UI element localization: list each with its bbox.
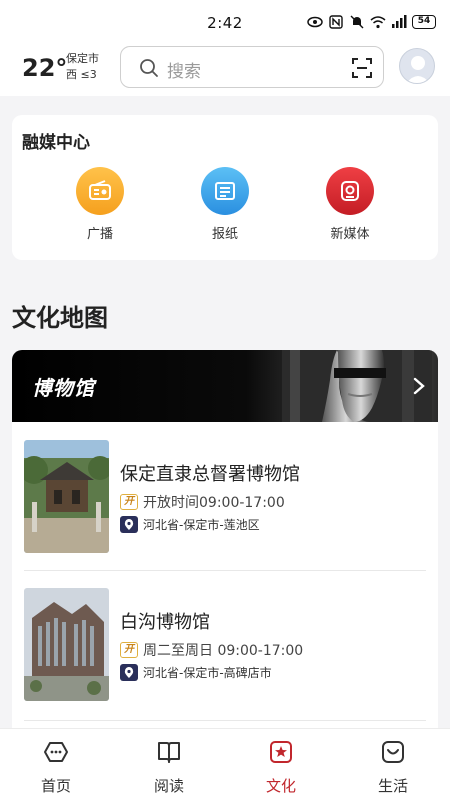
address-text: 河北省-保定市-高碑店市: [143, 666, 272, 680]
banner-title: 博物馆: [32, 376, 95, 400]
status-bar: 2:42 54: [0, 0, 450, 40]
media-center-title: 融媒中心: [22, 133, 90, 153]
address: 河北省-保定市-莲池区: [120, 516, 260, 533]
mute-icon: [349, 14, 365, 30]
nav-item-read[interactable]: 阅读: [129, 739, 209, 796]
book-icon: [158, 742, 180, 763]
bottom-nav: 首页 阅读 文化 生活: [0, 728, 450, 800]
nav-item-home[interactable]: 首页: [16, 739, 96, 796]
search-input[interactable]: 搜索: [120, 46, 384, 88]
nav-item-culture[interactable]: 文化: [241, 739, 321, 796]
location-pin-icon: [120, 664, 138, 681]
museum-thumbnail: [24, 440, 109, 553]
newspaper-icon: [201, 167, 249, 215]
museum-card: 博物馆 保定直隶总督署博物馆 开 开放时间09:00-17:00 河北省-保定市…: [12, 350, 438, 740]
nav-label: 阅读: [153, 777, 184, 795]
media-item-newspaper[interactable]: 报纸: [185, 167, 265, 242]
hours-text: 开放时间09:00-17:00: [143, 495, 285, 511]
nfc-icon: [328, 14, 344, 30]
media-item-label: 新媒体: [330, 227, 370, 242]
wind-label: 西 ≤3: [66, 68, 97, 81]
divider: [24, 570, 426, 571]
radio-icon: [76, 167, 124, 215]
scan-icon[interactable]: [351, 57, 373, 79]
battery-icon: 54: [412, 15, 436, 29]
weather-location[interactable]: 保定市 西 ≤3: [66, 51, 99, 83]
open-badge-icon: 开: [120, 642, 138, 658]
city-label: 保定市: [66, 52, 99, 65]
new-media-icon: [326, 167, 374, 215]
life-icon: [382, 741, 404, 763]
hours-text: 周二至周日 09:00-17:00: [143, 643, 304, 659]
museum-banner[interactable]: 博物馆: [12, 350, 438, 422]
signal-icon: [391, 14, 407, 30]
address-text: 河北省-保定市-莲池区: [143, 518, 260, 532]
wifi-icon: [370, 14, 386, 30]
media-item-label: 广播: [86, 227, 113, 242]
nav-label: 首页: [40, 777, 71, 795]
nav-label: 文化: [265, 777, 296, 795]
eye-icon: [307, 14, 323, 30]
list-item[interactable]: 白沟博物馆 开 周二至周日 09:00-17:00 河北省-保定市-高碑店市: [24, 588, 426, 720]
statue-image: [282, 350, 432, 422]
media-item-radio[interactable]: 广播: [60, 167, 140, 242]
search-placeholder: 搜索: [167, 62, 201, 82]
address: 河北省-保定市-高碑店市: [120, 664, 272, 681]
culture-map-title: 文化地图: [12, 304, 108, 332]
museum-name: 白沟博物馆: [120, 612, 210, 633]
location-pin-icon: [120, 516, 138, 533]
nav-item-life[interactable]: 生活: [353, 739, 433, 796]
museum-thumbnail: [24, 588, 109, 701]
opening-hours: 开 周二至周日 09:00-17:00: [120, 640, 303, 660]
nav-label: 生活: [377, 777, 408, 795]
header: 22° 保定市 西 ≤3 搜索: [0, 40, 450, 96]
temperature: 22°: [22, 54, 68, 82]
media-item-new-media[interactable]: 新媒体: [310, 167, 390, 242]
museum-name: 保定直隶总督署博物馆: [120, 464, 300, 485]
list-item[interactable]: 保定直隶总督署博物馆 开 开放时间09:00-17:00 河北省-保定市-莲池区: [24, 440, 426, 572]
search-icon: [139, 58, 159, 78]
media-item-label: 报纸: [211, 227, 238, 242]
avatar[interactable]: [399, 48, 435, 84]
chevron-right-icon[interactable]: [412, 376, 426, 396]
status-icons: 54: [307, 14, 436, 30]
divider: [24, 720, 426, 721]
culture-icon: [270, 741, 292, 763]
opening-hours: 开 开放时间09:00-17:00: [120, 492, 285, 512]
media-center-card: 融媒中心 广播 报纸 新媒体: [12, 115, 438, 260]
open-badge-icon: 开: [120, 494, 138, 510]
home-icon: [44, 742, 68, 762]
